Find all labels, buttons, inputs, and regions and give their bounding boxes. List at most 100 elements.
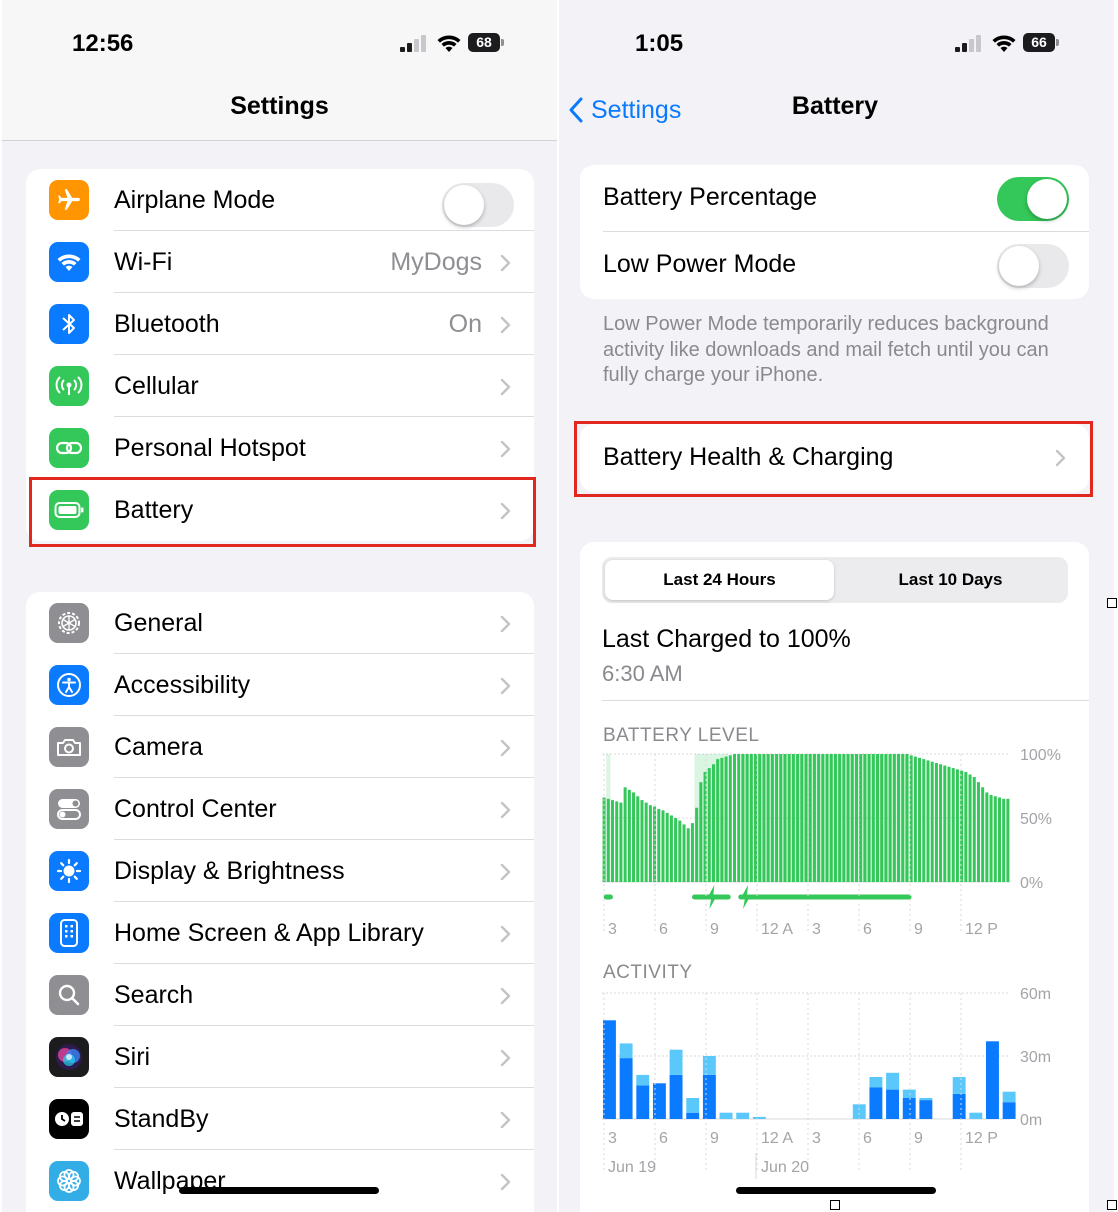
battery-level-bar	[804, 754, 808, 882]
battery-percentage-row: Battery Percentage	[580, 165, 1089, 232]
settings-row-search[interactable]: Search	[26, 964, 534, 1026]
battery-status-icon: 66	[1023, 33, 1059, 52]
battery-toggles-group: Battery Percentage Low Power Mode	[580, 165, 1089, 299]
x-tick-label: 9	[914, 921, 923, 938]
selection-handle	[1107, 598, 1117, 608]
signal-icon	[400, 34, 428, 52]
battery-level-bar	[749, 754, 753, 882]
activity-bar-screen-off	[869, 1077, 883, 1088]
home-indicator[interactable]	[736, 1187, 936, 1194]
battery-level-bar	[674, 818, 678, 882]
battery-level-bar	[695, 807, 699, 882]
battery-percentage-toggle[interactable]	[997, 177, 1069, 221]
battery-level-bar	[812, 754, 816, 882]
chevron-right-icon	[500, 1111, 511, 1129]
settings-row-accessibility[interactable]: Accessibility	[26, 654, 534, 716]
signal-icon	[955, 34, 983, 52]
battery-level-bar	[720, 757, 724, 882]
x-tick-label: 3	[608, 1130, 617, 1147]
y-tick-label: 0%	[1020, 875, 1043, 892]
settings-row-camera[interactable]: Camera	[26, 716, 534, 778]
airplane-icon	[49, 180, 89, 220]
battery-level-bar	[825, 754, 829, 882]
activity-bar-screen-off	[1002, 1091, 1016, 1103]
chevron-right-icon	[500, 1173, 511, 1191]
activity-bar-screen-on	[986, 1041, 999, 1119]
settings-row-bluetooth[interactable]: Bluetooth On	[26, 293, 534, 355]
settings-row-standby[interactable]: StandBy	[26, 1088, 534, 1150]
chevron-right-icon	[500, 440, 511, 458]
airplane-mode-toggle[interactable]	[442, 183, 514, 227]
toggle-knob	[444, 185, 484, 225]
row-label: Search	[114, 980, 194, 1009]
battery-level-bar	[972, 777, 976, 882]
battery-level-bar	[989, 794, 993, 882]
settings-row-general[interactable]: General	[26, 592, 534, 654]
battery-level-bar	[829, 754, 833, 882]
settings-screen: 12:56 68 Settings Airplane Mode Wi-Fi My…	[2, 0, 557, 1212]
settings-row-home-screen[interactable]: Home Screen & App Library	[26, 902, 534, 964]
general-group: General Accessibility Camera Control Cen…	[26, 592, 534, 1212]
battery-level-bar	[859, 754, 863, 882]
status-bar: 1:05 66	[559, 0, 1114, 86]
battery-level-bar	[686, 828, 690, 882]
home-indicator[interactable]	[179, 1187, 379, 1194]
battery-level-bar	[951, 768, 955, 882]
battery-level-bar	[976, 782, 980, 882]
activity-bar-screen-off	[669, 1049, 683, 1075]
battery-level-bar	[627, 789, 631, 882]
battery-level-bar	[968, 774, 972, 882]
settings-row-display-brightness[interactable]: Display & Brightness	[26, 840, 534, 902]
toggle-knob	[999, 246, 1039, 286]
activity-bar-screen-on	[686, 1112, 700, 1119]
battery-screen: 1:05 66 Settings Battery Battery Percent…	[559, 0, 1114, 1212]
battery-level-bar	[850, 754, 854, 882]
settings-row-control-center[interactable]: Control Center	[26, 778, 534, 840]
battery-level-bar	[800, 754, 804, 882]
search-icon	[49, 975, 89, 1015]
battery-level-bar	[758, 754, 762, 882]
y-tick-label: 50%	[1020, 811, 1052, 828]
highlight-box-battery-health	[574, 421, 1093, 497]
gear-icon	[49, 603, 89, 643]
x-tick-label: 9	[710, 921, 719, 938]
battery-level-bar	[737, 754, 741, 882]
battery-level-bar	[897, 754, 901, 882]
activity-bar-screen-on	[603, 1020, 616, 1119]
activity-bar-screen-on	[919, 1100, 933, 1119]
settings-row-airplane-mode[interactable]: Airplane Mode	[26, 169, 534, 231]
settings-row-wifi[interactable]: Wi-Fi MyDogs	[26, 231, 534, 293]
y-tick-label: 60m	[1020, 986, 1051, 1003]
nav-bar: Settings	[2, 86, 557, 141]
battery-level-bar	[871, 754, 875, 882]
settings-row-wallpaper[interactable]: Wallpaper	[26, 1150, 534, 1212]
battery-level-bar	[1002, 798, 1006, 882]
activity-bar-screen-off	[952, 1077, 966, 1094]
row-label: Siri	[114, 1042, 151, 1071]
chevron-right-icon	[500, 1049, 511, 1067]
battery-level-bar	[779, 754, 783, 882]
activity-bar-screen-off	[736, 1112, 750, 1119]
battery-level-bar	[640, 800, 644, 882]
battery-level-bar	[632, 792, 636, 882]
low-power-mode-toggle[interactable]	[997, 244, 1069, 288]
activity-bar-screen-on	[869, 1087, 883, 1119]
status-bar: 12:56 68	[2, 0, 557, 86]
row-label: Camera	[114, 732, 203, 761]
cellular-icon	[49, 366, 89, 406]
row-label: Airplane Mode	[114, 185, 276, 214]
camera-icon	[49, 727, 89, 767]
y-tick-label: 0m	[1020, 1112, 1042, 1129]
activity-bar-screen-on	[952, 1093, 966, 1119]
settings-row-personal-hotspot[interactable]: Personal Hotspot	[26, 417, 534, 479]
selection-handle	[1107, 1200, 1117, 1210]
battery-level-bar	[615, 801, 619, 882]
x-tick-label: 12 P	[965, 921, 998, 938]
battery-level-bar	[880, 754, 884, 882]
row-label: Battery Percentage	[603, 183, 818, 211]
settings-row-siri[interactable]: Siri	[26, 1026, 534, 1088]
settings-row-cellular[interactable]: Cellular	[26, 355, 534, 417]
battery-level-bar	[754, 754, 758, 882]
chevron-right-icon	[500, 378, 511, 396]
row-label: Home Screen & App Library	[114, 918, 424, 947]
